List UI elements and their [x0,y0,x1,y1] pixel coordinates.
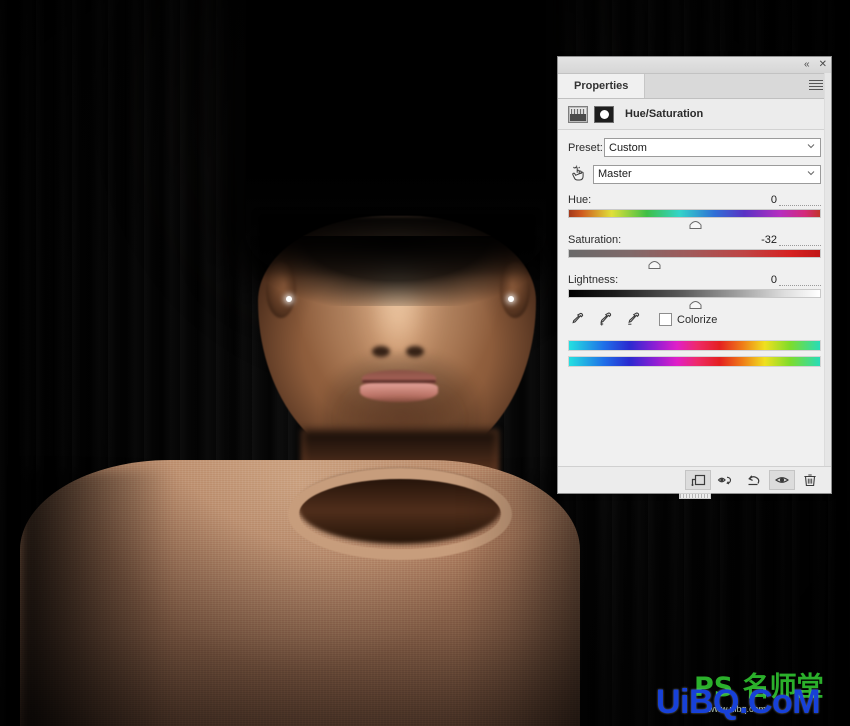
slider-track[interactable] [568,209,821,229]
preset-value: Custom [609,141,647,154]
panel-tabstrip: Properties [558,74,831,99]
tab-properties[interactable]: Properties [558,74,646,98]
view-previous-state-button[interactable] [713,470,739,490]
sweater-right-shadow [460,470,590,726]
toggle-layer-visibility-button[interactable] [769,470,795,490]
slider-label: Lightness: [568,274,619,286]
adjustment-title: Hue/Saturation [625,108,704,120]
brow-shadow [258,214,536,276]
screenshot-root: PS 名师堂 www.uibq.com UiBQ.CoM « ✕ Propert… [0,0,850,726]
channel-select[interactable]: Master [593,164,821,184]
earring-right [508,296,514,302]
reset-button[interactable] [741,470,767,490]
slider-track[interactable] [568,249,821,269]
panel-body: Preset: Custom Master Hue: 0 Saturation:… [558,130,831,367]
properties-panel: « ✕ Properties Hue/Saturation Preset: Cu… [557,56,832,499]
slider-group: Hue: 0 Saturation: -32 Lightness: 0 [568,191,821,309]
adjustment-layer-thumbnail-icon[interactable] [568,105,588,123]
slider-value[interactable]: 0 [755,274,779,286]
slider-label: Saturation: [568,234,622,246]
spectrum-bar-bottom[interactable] [568,356,821,367]
slider-light: Lightness: 0 [568,271,821,309]
earring-left [286,296,292,302]
delete-adjustment-layer-button[interactable] [797,470,823,490]
chevron-down-icon[interactable] [807,142,815,150]
panel-right-margin [824,73,831,493]
slider-track[interactable] [568,289,821,309]
slider-handle[interactable] [689,299,702,309]
slider-gradient-bar [568,209,821,218]
spectrum-bar-top [568,340,821,351]
eyedropper-subtract-icon[interactable] [624,311,641,328]
slider-label: Hue: [568,194,592,206]
adjustment-header: Hue/Saturation [558,99,831,130]
clip-to-layer-button[interactable] [685,470,711,490]
eyedropper-row: Colorize [568,311,821,328]
panel-menu-icon[interactable] [809,80,823,91]
mouth-line [362,380,436,383]
slider-value-underline [779,193,821,206]
slider-gradient-bar [568,249,821,258]
sweater-left-shadow [20,470,170,726]
slider-value-underline [779,233,821,246]
chevron-down-icon[interactable] [807,169,815,177]
channel-row: Master [568,164,821,184]
slider-sat: Saturation: -32 [568,231,821,269]
panel-resize-grip[interactable] [678,493,711,499]
slider-value[interactable]: 0 [755,194,779,206]
preset-select[interactable]: Custom [604,138,821,157]
eyedropper-icon[interactable] [568,311,585,328]
slider-value-underline [779,273,821,286]
slider-hue: Hue: 0 [568,191,821,229]
slider-handle[interactable] [648,259,661,269]
watermark: PS 名师堂 www.uibq.com UiBQ.CoM [656,670,846,726]
watermark-main: UiBQ.CoM [656,683,821,721]
preset-row: Preset: Custom [568,138,821,157]
double-chevron-left-icon[interactable]: « [804,58,810,71]
close-icon[interactable]: ✕ [819,58,827,71]
colorize-row[interactable]: Colorize [659,313,717,326]
slider-handle[interactable] [689,219,702,229]
channel-value: Master [598,168,632,180]
panel-footer [558,466,831,499]
slider-value[interactable]: -32 [755,234,779,246]
colorize-checkbox[interactable] [659,313,672,326]
eyedropper-add-icon[interactable] [596,311,613,328]
slider-gradient-bar [568,289,821,298]
layer-mask-icon[interactable] [594,105,614,123]
preset-label: Preset: [568,141,603,154]
panel-titlebar[interactable]: « ✕ [558,57,831,74]
colorize-label: Colorize [677,313,718,326]
on-image-adjustment-hand-icon[interactable] [568,164,588,184]
